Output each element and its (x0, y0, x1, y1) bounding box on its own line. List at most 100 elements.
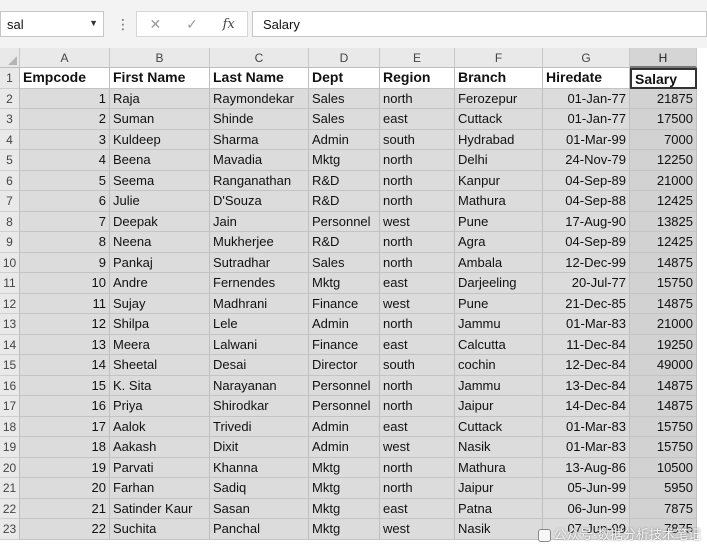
cell-h13[interactable]: 21000 (630, 314, 697, 335)
cell-e1[interactable]: Region (380, 68, 455, 89)
column-header-a[interactable]: A (20, 48, 110, 68)
row-header-18[interactable]: 18 (0, 416, 20, 437)
cell-g13[interactable]: 01-Mar-83 (543, 314, 630, 335)
cell-e10[interactable]: north (380, 252, 455, 273)
cell-h5[interactable]: 12250 (630, 150, 697, 171)
cell-g6[interactable]: 04-Sep-89 (543, 170, 630, 191)
cell-f16[interactable]: Jammu (455, 375, 543, 396)
cell-c5[interactable]: Mavadia (210, 150, 309, 171)
cell-h11[interactable]: 15750 (630, 273, 697, 294)
cell-a5[interactable]: 4 (20, 150, 110, 171)
cell-g10[interactable]: 12-Dec-99 (543, 252, 630, 273)
cell-a4[interactable]: 3 (20, 129, 110, 150)
cell-g4[interactable]: 01-Mar-99 (543, 129, 630, 150)
cell-d10[interactable]: Sales (309, 252, 380, 273)
cell-f2[interactable]: Ferozepur (455, 88, 543, 109)
cell-b4[interactable]: Kuldeep (110, 129, 210, 150)
cell-f11[interactable]: Darjeeling (455, 273, 543, 294)
row-header-2[interactable]: 2 (0, 88, 20, 109)
cell-b15[interactable]: Sheetal (110, 355, 210, 376)
cell-a19[interactable]: 18 (20, 437, 110, 458)
cell-c12[interactable]: Madhrani (210, 293, 309, 314)
cell-h21[interactable]: 5950 (630, 478, 697, 499)
row-header-3[interactable]: 3 (0, 109, 20, 130)
row-header-15[interactable]: 15 (0, 355, 20, 376)
cell-e9[interactable]: north (380, 232, 455, 253)
row-header-20[interactable]: 20 (0, 457, 20, 478)
cell-e3[interactable]: east (380, 109, 455, 130)
cell-d17[interactable]: Personnel (309, 396, 380, 417)
cell-f18[interactable]: Cuttack (455, 416, 543, 437)
cell-f7[interactable]: Mathura (455, 191, 543, 212)
cell-c17[interactable]: Shirodkar (210, 396, 309, 417)
row-header-11[interactable]: 11 (0, 273, 20, 294)
cell-d11[interactable]: Mktg (309, 273, 380, 294)
row-header-21[interactable]: 21 (0, 478, 20, 499)
cell-c20[interactable]: Khanna (210, 457, 309, 478)
cell-h6[interactable]: 21000 (630, 170, 697, 191)
cell-h8[interactable]: 13825 (630, 211, 697, 232)
cell-f4[interactable]: Hydrabad (455, 129, 543, 150)
cell-c10[interactable]: Sutradhar (210, 252, 309, 273)
cell-b7[interactable]: Julie (110, 191, 210, 212)
cell-b6[interactable]: Seema (110, 170, 210, 191)
name-box[interactable]: sal ▼ (0, 11, 104, 37)
cell-h22[interactable]: 7875 (630, 498, 697, 519)
enter-check-icon[interactable]: ✓ (178, 16, 206, 33)
cell-b19[interactable]: Aakash (110, 437, 210, 458)
row-header-1[interactable]: 1 (0, 68, 20, 89)
cell-e19[interactable]: west (380, 437, 455, 458)
cell-f3[interactable]: Cuttack (455, 109, 543, 130)
cell-b11[interactable]: Andre (110, 273, 210, 294)
row-header-19[interactable]: 19 (0, 437, 20, 458)
cell-d12[interactable]: Finance (309, 293, 380, 314)
cell-a21[interactable]: 20 (20, 478, 110, 499)
cell-c15[interactable]: Desai (210, 355, 309, 376)
cell-f9[interactable]: Agra (455, 232, 543, 253)
formula-input[interactable]: Salary (252, 11, 707, 37)
cell-b1[interactable]: First Name (110, 68, 210, 89)
cell-a17[interactable]: 16 (20, 396, 110, 417)
column-header-e[interactable]: E (380, 48, 455, 68)
cell-g1[interactable]: Hiredate (543, 68, 630, 89)
cell-b3[interactable]: Suman (110, 109, 210, 130)
cell-a10[interactable]: 9 (20, 252, 110, 273)
cell-c11[interactable]: Fernendes (210, 273, 309, 294)
cell-d1[interactable]: Dept (309, 68, 380, 89)
chevron-down-icon[interactable]: ▼ (89, 18, 98, 28)
cell-d8[interactable]: Personnel (309, 211, 380, 232)
cell-b10[interactable]: Pankaj (110, 252, 210, 273)
cell-c16[interactable]: Narayanan (210, 375, 309, 396)
cell-f22[interactable]: Patna (455, 498, 543, 519)
cell-e20[interactable]: north (380, 457, 455, 478)
row-header-13[interactable]: 13 (0, 314, 20, 335)
cell-c23[interactable]: Panchal (210, 519, 309, 540)
cell-f21[interactable]: Jaipur (455, 478, 543, 499)
cell-b14[interactable]: Meera (110, 334, 210, 355)
cell-a9[interactable]: 8 (20, 232, 110, 253)
cell-f15[interactable]: cochin (455, 355, 543, 376)
cell-b9[interactable]: Neena (110, 232, 210, 253)
cell-g22[interactable]: 06-Jun-99 (543, 498, 630, 519)
cell-a7[interactable]: 6 (20, 191, 110, 212)
column-header-g[interactable]: G (543, 48, 630, 68)
cell-f8[interactable]: Pune (455, 211, 543, 232)
cell-a14[interactable]: 13 (20, 334, 110, 355)
cell-e7[interactable]: north (380, 191, 455, 212)
row-header-5[interactable]: 5 (0, 150, 20, 171)
cell-d22[interactable]: Mktg (309, 498, 380, 519)
cell-c18[interactable]: Trivedi (210, 416, 309, 437)
cell-g5[interactable]: 24-Nov-79 (543, 150, 630, 171)
cell-f20[interactable]: Mathura (455, 457, 543, 478)
cell-h12[interactable]: 14875 (630, 293, 697, 314)
column-header-b[interactable]: B (110, 48, 210, 68)
cell-b20[interactable]: Parvati (110, 457, 210, 478)
cell-a3[interactable]: 2 (20, 109, 110, 130)
cell-h4[interactable]: 7000 (630, 129, 697, 150)
cell-g9[interactable]: 04-Sep-89 (543, 232, 630, 253)
row-header-12[interactable]: 12 (0, 293, 20, 314)
cell-e23[interactable]: west (380, 519, 455, 540)
row-header-22[interactable]: 22 (0, 498, 20, 519)
cell-c19[interactable]: Dixit (210, 437, 309, 458)
cell-h3[interactable]: 17500 (630, 109, 697, 130)
